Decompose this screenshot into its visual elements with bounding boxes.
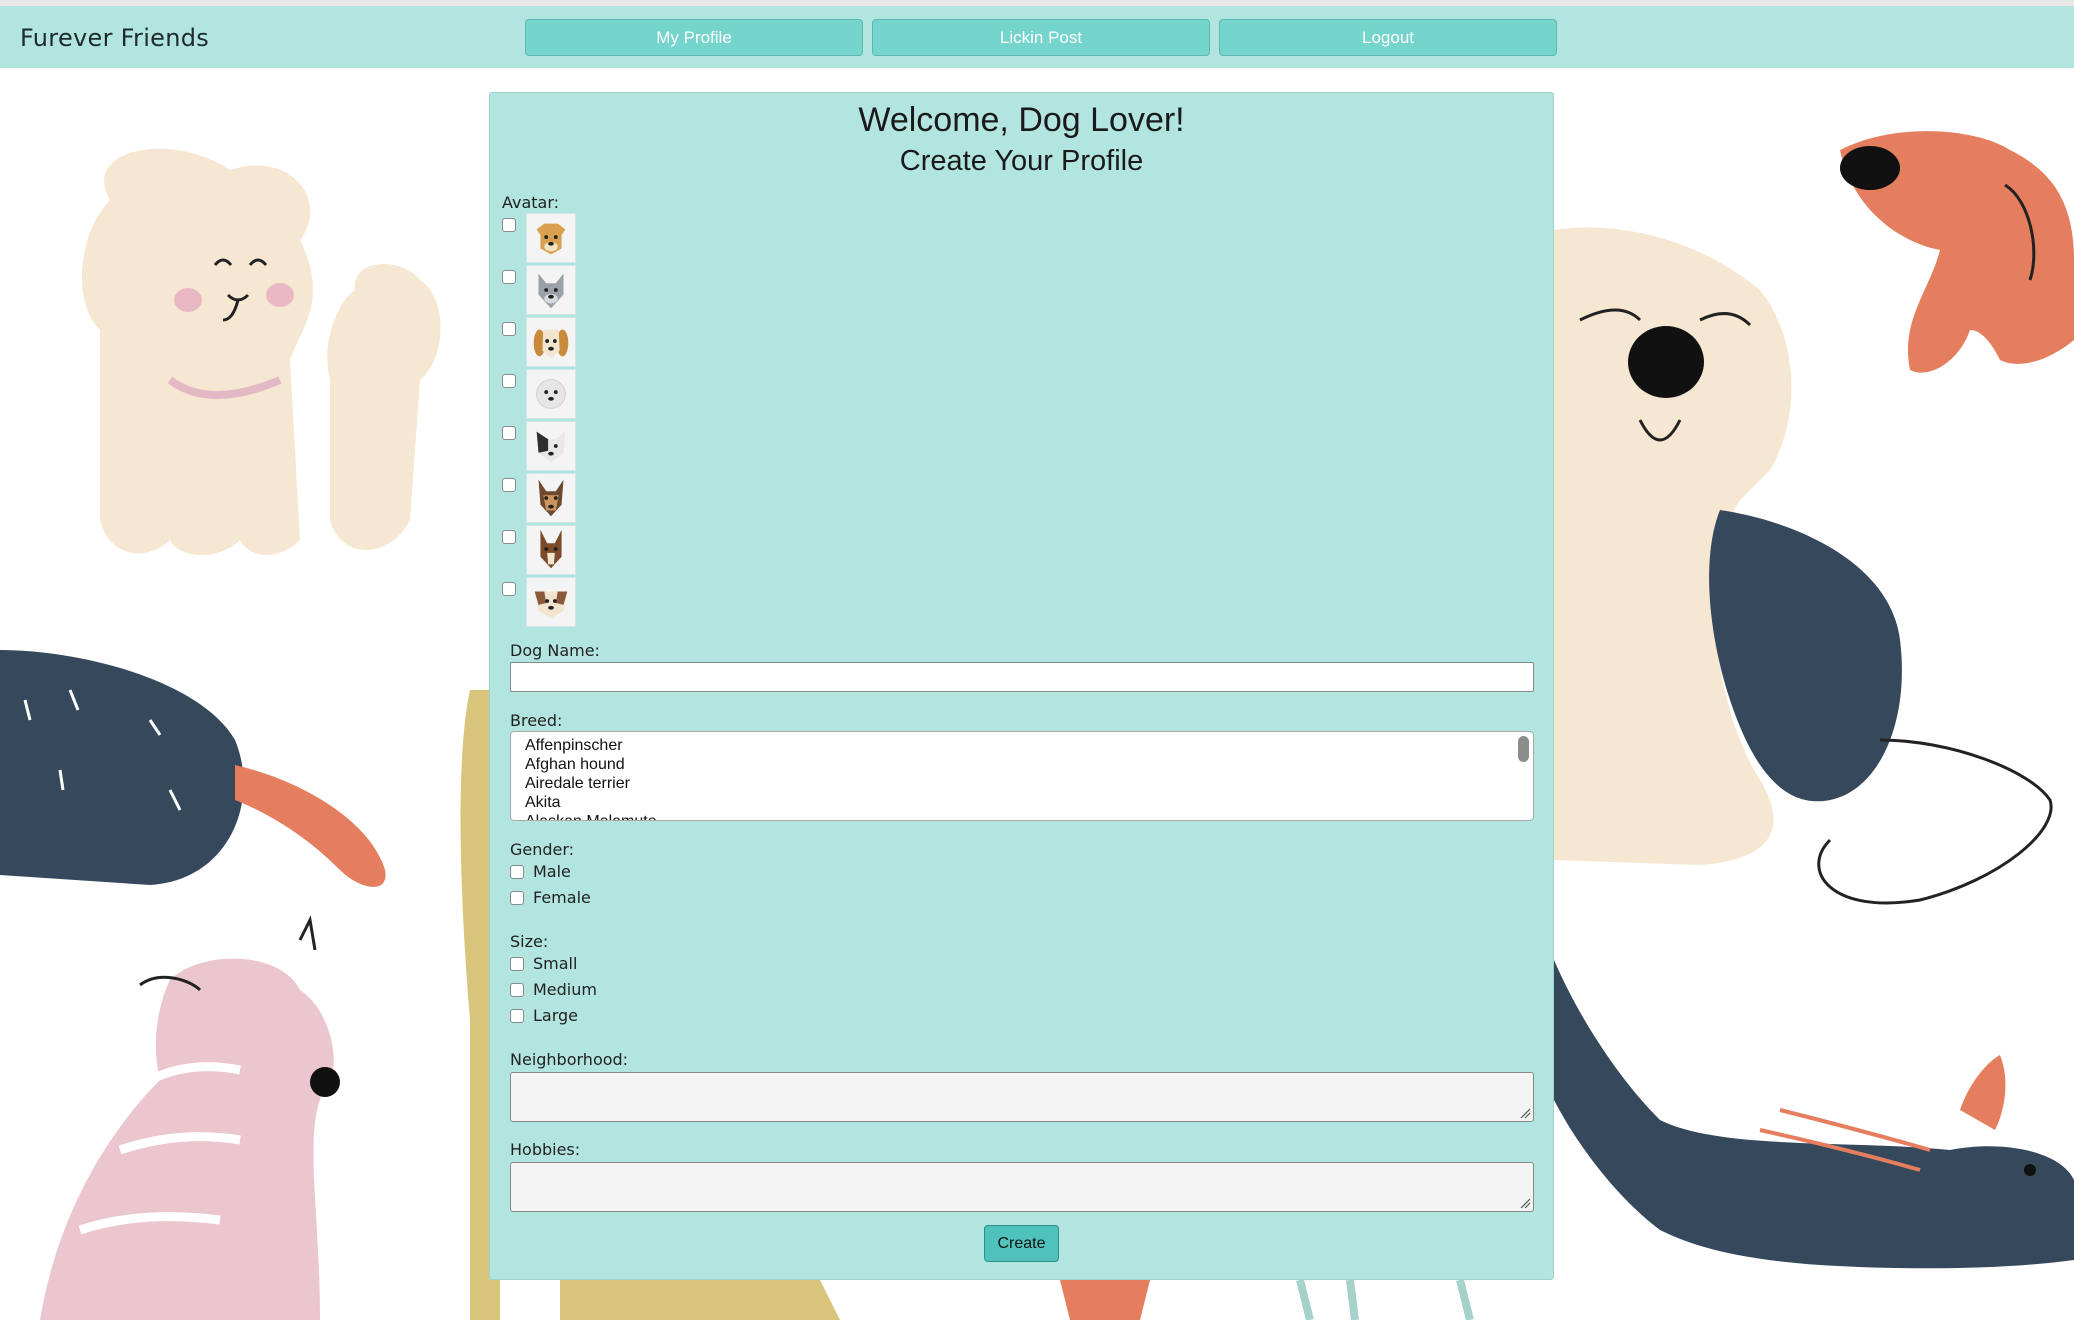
nav-lickin-post-button[interactable]: Lickin Post xyxy=(872,19,1210,56)
gender-label: Gender: xyxy=(510,840,575,859)
dog-name-input[interactable] xyxy=(510,662,1534,692)
size-label: Size: xyxy=(510,932,549,951)
breed-option[interactable]: Alaskan Malamute xyxy=(525,813,657,820)
size-small-label: Small xyxy=(533,954,578,973)
gender-female-label: Female xyxy=(533,888,591,907)
avatar-checkbox[interactable] xyxy=(502,270,516,284)
size-large-label: Large xyxy=(533,1006,579,1025)
create-profile-form: Welcome, Dog Lover! Create Your Profile … xyxy=(489,92,1554,1280)
create-profile-heading: Create Your Profile xyxy=(899,145,1144,177)
create-button[interactable]: Create xyxy=(984,1225,1059,1262)
resize-grip-icon[interactable] xyxy=(1519,1107,1531,1119)
avatar-checkbox[interactable] xyxy=(502,478,516,492)
gender-female-checkbox[interactable] xyxy=(510,891,524,905)
avatar-checkbox[interactable] xyxy=(502,426,516,440)
neighborhood-textarea[interactable] xyxy=(510,1072,1534,1122)
breed-listbox[interactable]: Affenpinscher Afghan hound Airedale terr… xyxy=(510,731,1534,821)
tan-dog-avatar-icon[interactable] xyxy=(526,213,576,263)
resize-grip-icon[interactable] xyxy=(1519,1197,1531,1209)
avatar-checkbox[interactable] xyxy=(502,530,516,544)
gray-dog-avatar-icon[interactable] xyxy=(526,265,576,315)
shepherd-dog-avatar-icon[interactable] xyxy=(526,473,576,523)
size-small-checkbox[interactable] xyxy=(510,957,524,971)
brand-title[interactable]: Furever Friends xyxy=(20,24,209,52)
nav-logout-button[interactable]: Logout xyxy=(1219,19,1557,56)
neighborhood-label: Neighborhood: xyxy=(510,1050,629,1069)
brown-dog-avatar-icon[interactable] xyxy=(526,525,576,575)
pink-dog-illustration xyxy=(40,915,340,1320)
hobbies-textarea[interactable] xyxy=(510,1162,1534,1212)
breed-option[interactable]: Akita xyxy=(525,794,561,812)
welcome-heading: Welcome, Dog Lover! xyxy=(858,101,1185,139)
breed-option[interactable]: Airedale terrier xyxy=(525,775,630,793)
nav-my-profile-button[interactable]: My Profile xyxy=(525,19,863,56)
avatar-checkbox[interactable] xyxy=(502,322,516,336)
dog-name-label: Dog Name: xyxy=(510,641,600,660)
fluffy-dog-illustration xyxy=(81,148,441,555)
breed-scrollbar[interactable] xyxy=(1518,736,1529,762)
avatar-checkbox[interactable] xyxy=(502,582,516,596)
white-dog-avatar-icon[interactable] xyxy=(526,369,576,419)
running-dog-illustration xyxy=(1554,960,2074,1269)
breed-option[interactable]: Affenpinscher xyxy=(525,737,623,755)
gender-male-checkbox[interactable] xyxy=(510,865,524,879)
orange-dog-illustration xyxy=(1840,131,2074,373)
avatar-checkbox[interactable] xyxy=(502,374,516,388)
spaniel-dog-avatar-icon[interactable] xyxy=(526,317,576,367)
navbar: Furever Friends My Profile Lickin Post L… xyxy=(0,6,2074,68)
gender-male-label: Male xyxy=(533,862,571,881)
navy-dog-illustration xyxy=(0,650,386,887)
breed-option[interactable]: Afghan hound xyxy=(525,756,625,774)
breed-label: Breed: xyxy=(510,711,563,730)
avatar-checkbox[interactable] xyxy=(502,218,516,232)
bulldog-avatar-icon[interactable] xyxy=(526,577,576,627)
avatar-label: Avatar: xyxy=(502,193,560,212)
hobbies-label: Hobbies: xyxy=(510,1140,581,1159)
size-large-checkbox[interactable] xyxy=(510,1009,524,1023)
size-medium-label: Medium xyxy=(533,980,597,999)
size-medium-checkbox[interactable] xyxy=(510,983,524,997)
black-white-dog-avatar-icon[interactable] xyxy=(526,421,576,471)
